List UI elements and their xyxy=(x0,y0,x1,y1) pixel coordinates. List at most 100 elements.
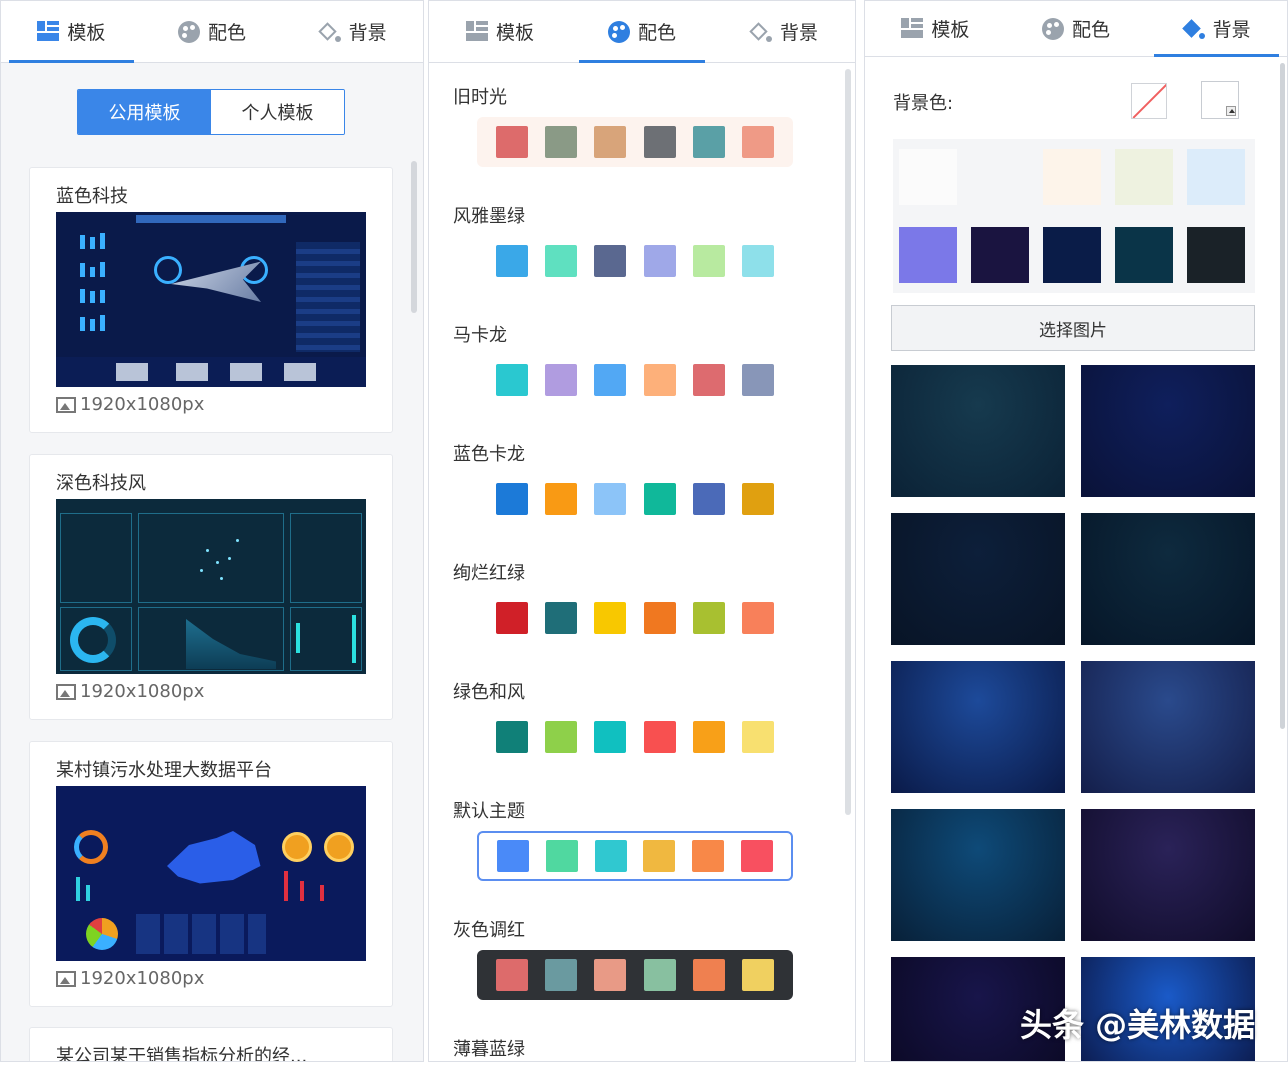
color-scheme-name: 蓝色卡龙 xyxy=(453,444,525,465)
color-swatch xyxy=(495,602,528,634)
template-thumbnail xyxy=(56,499,366,674)
background-image-option[interactable] xyxy=(1081,365,1255,497)
tab-color[interactable]: 配色 xyxy=(571,1,713,63)
color-scheme-option[interactable] xyxy=(477,712,793,762)
color-scheme-name: 默认主题 xyxy=(453,801,525,822)
template-card[interactable]: 某村镇污水处理大数据平台 1920x1080px xyxy=(29,741,393,1007)
template-card-title: 蓝色科技 xyxy=(56,186,128,207)
color-swatch xyxy=(740,840,773,872)
palette-icon xyxy=(1042,17,1064,40)
color-swatch xyxy=(643,364,676,396)
color-swatch xyxy=(643,721,676,753)
color-scheme-option[interactable] xyxy=(477,831,793,881)
color-picker-button[interactable] xyxy=(1201,81,1239,119)
tab-template[interactable]: 模板 xyxy=(429,1,571,62)
tab-background-label: 背景 xyxy=(1212,19,1251,41)
color-swatch xyxy=(691,840,724,872)
color-scheme-name: 薄暮蓝绿 xyxy=(453,1039,525,1060)
background-color-swatch[interactable] xyxy=(1115,227,1173,283)
template-card-title: 某公司某干销售指标分析的经... xyxy=(56,1046,308,1062)
color-swatch xyxy=(692,721,725,753)
no-background-swatch[interactable] xyxy=(1131,83,1167,119)
template-size-value: 1920x1080px xyxy=(80,681,205,702)
template-size-value: 1920x1080px xyxy=(80,968,205,989)
tab-template[interactable]: 模板 xyxy=(1,1,142,63)
color-swatch xyxy=(742,245,775,277)
color-scheme-name: 风雅墨绿 xyxy=(453,206,525,227)
color-scheme-name: 绚烂红绿 xyxy=(453,563,525,584)
color-scheme-option[interactable] xyxy=(477,950,793,1000)
background-color-label: 背景色: xyxy=(893,93,954,114)
template-size-label: 1920x1080px xyxy=(56,968,204,989)
background-image-option[interactable] xyxy=(891,365,1065,497)
color-scheme-option[interactable] xyxy=(477,593,793,643)
tab-bar: 模板 配色 背景 xyxy=(429,1,855,63)
color-swatch xyxy=(544,245,577,277)
template-size-label: 1920x1080px xyxy=(56,394,204,415)
color-swatch xyxy=(643,126,676,158)
template-icon xyxy=(37,20,60,43)
background-color-swatch[interactable] xyxy=(1043,149,1101,205)
choose-image-button[interactable]: 选择图片 xyxy=(891,305,1255,351)
background-image-option[interactable] xyxy=(1081,513,1255,645)
tab-background[interactable]: 背景 xyxy=(1146,1,1287,57)
color-swatch xyxy=(594,364,627,396)
tab-background[interactable]: 背景 xyxy=(282,1,423,62)
template-icon xyxy=(465,20,488,43)
color-swatch xyxy=(594,245,627,277)
background-swatch-grid xyxy=(893,139,1255,293)
background-color-swatch[interactable] xyxy=(899,149,957,205)
color-swatch xyxy=(692,364,725,396)
color-swatch xyxy=(742,959,775,991)
color-swatch xyxy=(643,602,676,634)
background-color-swatch[interactable] xyxy=(1187,227,1245,283)
template-card[interactable]: 蓝色科技 1920x1080px xyxy=(29,167,393,433)
background-color-swatch[interactable] xyxy=(971,149,1029,205)
template-card[interactable]: 某公司某干销售指标分析的经... xyxy=(29,1027,393,1062)
tab-template[interactable]: 模板 xyxy=(865,1,1006,56)
template-icon xyxy=(901,17,924,40)
color-swatch xyxy=(742,721,775,753)
color-swatch xyxy=(495,364,528,396)
paint-bucket-icon xyxy=(749,21,772,43)
color-swatch xyxy=(544,721,577,753)
personal-templates-button[interactable]: 个人模板 xyxy=(211,90,344,134)
color-swatch xyxy=(594,602,627,634)
background-scrollbar[interactable] xyxy=(1280,63,1285,729)
image-icon xyxy=(56,970,76,987)
background-color-swatch[interactable] xyxy=(1115,149,1173,205)
public-templates-button[interactable]: 公用模板 xyxy=(78,90,211,134)
tab-color[interactable]: 配色 xyxy=(142,1,283,62)
template-scrollbar[interactable] xyxy=(411,161,417,313)
background-image-option[interactable] xyxy=(1081,809,1255,941)
tab-background-label: 背景 xyxy=(348,22,387,44)
background-color-swatch[interactable] xyxy=(1043,227,1101,283)
image-icon xyxy=(56,396,76,413)
color-scheme-option[interactable] xyxy=(477,117,793,167)
color-scrollbar[interactable] xyxy=(845,69,851,815)
background-color-swatch[interactable] xyxy=(971,227,1029,283)
template-card[interactable]: 深色科技风 1920x1080px xyxy=(29,454,393,720)
color-swatch xyxy=(594,483,627,515)
tab-background[interactable]: 背景 xyxy=(713,1,855,62)
background-image-option[interactable] xyxy=(891,809,1065,941)
color-swatch xyxy=(594,840,627,872)
background-color-swatch[interactable] xyxy=(1187,149,1245,205)
background-panel: 模板 配色 背景 背景色: 选择图片 xyxy=(864,0,1288,1062)
tab-color[interactable]: 配色 xyxy=(1006,1,1147,56)
color-swatch xyxy=(594,126,627,158)
background-image-option[interactable] xyxy=(891,513,1065,645)
color-swatch xyxy=(544,483,577,515)
color-scheme-name: 绿色和风 xyxy=(453,682,525,703)
palette-icon xyxy=(607,20,630,43)
background-image-option[interactable] xyxy=(891,661,1065,793)
watermark-text: 头条 @美林数据 xyxy=(1020,1006,1256,1044)
color-scheme-option[interactable] xyxy=(477,236,793,286)
color-scheme-option[interactable] xyxy=(477,474,793,524)
tab-color-label: 配色 xyxy=(637,22,676,44)
background-color-swatch[interactable] xyxy=(899,227,957,283)
template-thumbnail xyxy=(56,212,366,387)
color-swatch xyxy=(594,721,627,753)
color-scheme-option[interactable] xyxy=(477,355,793,405)
background-image-option[interactable] xyxy=(1081,661,1255,793)
